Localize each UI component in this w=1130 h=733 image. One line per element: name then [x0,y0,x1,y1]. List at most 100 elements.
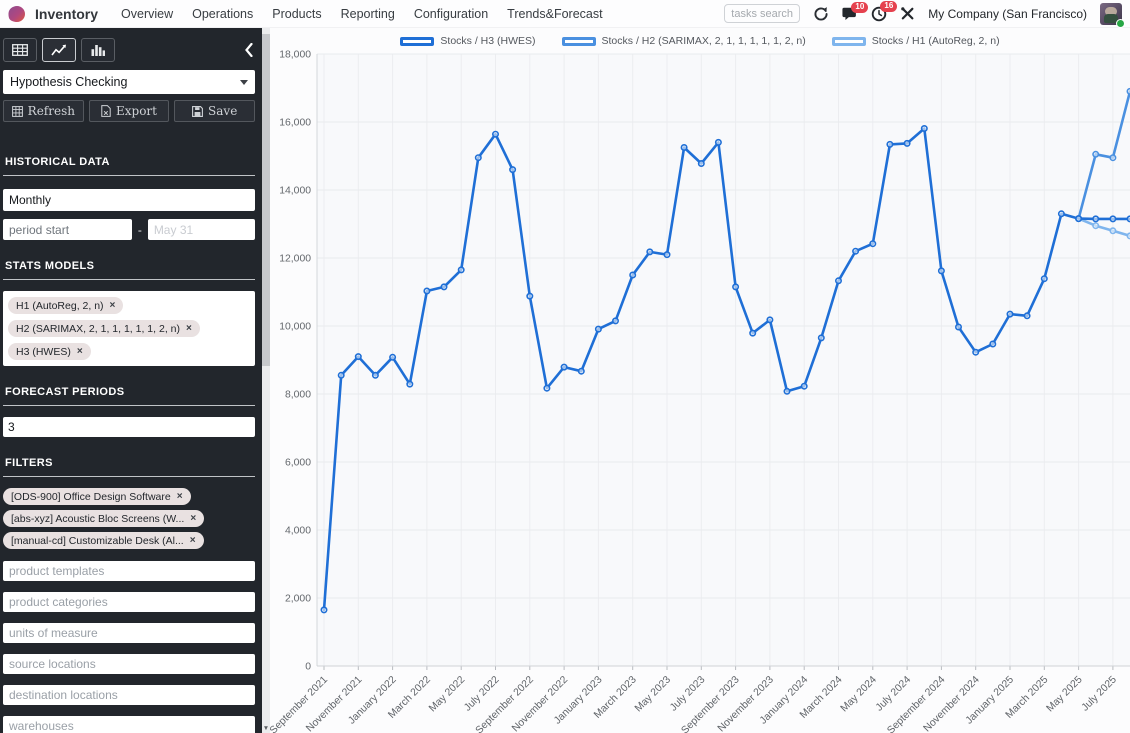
data-point[interactable] [560,363,568,371]
data-point[interactable] [903,139,911,147]
scrollbar-down-arrow[interactable]: ▼ [262,725,270,732]
legend-item-stocks-h2-sarimax-2-1-1-1-1-1-2-n[interactable]: Stocks / H2 (SARIMAX, 2, 1, 1, 1, 1, 1, … [561,35,806,47]
data-point[interactable] [1109,215,1117,223]
remove-tag-icon[interactable]: × [186,323,192,334]
export-button[interactable]: Export [88,100,170,122]
data-point[interactable] [680,144,688,152]
data-point[interactable] [337,371,345,379]
user-avatar[interactable] [1100,2,1125,28]
messages-icon[interactable]: 10 [842,1,869,21]
menu-item-trends-forecast[interactable]: Trends&Forecast [507,7,602,21]
data-point[interactable] [972,348,980,356]
data-point[interactable] [646,248,654,256]
data-point[interactable] [440,283,448,291]
app-logo-icon[interactable] [8,5,26,23]
tools-icon[interactable] [900,6,915,21]
remove-tag-icon[interactable]: × [190,513,196,524]
filter-input-units-of-measure[interactable] [3,623,255,643]
data-point[interactable] [697,160,705,168]
discuss-icon[interactable] [813,6,829,22]
granularity-select[interactable]: Monthly [3,189,255,211]
data-point[interactable] [1092,150,1100,158]
menu-item-overview[interactable]: Overview [121,7,173,21]
menu-item-reporting[interactable]: Reporting [341,7,395,21]
data-point[interactable] [766,316,774,324]
data-point[interactable] [423,287,431,295]
save-button[interactable]: Save [174,100,256,122]
data-point[interactable] [663,251,671,259]
collapse-sidebar-icon[interactable] [245,43,253,57]
data-point[interactable] [1092,222,1100,230]
activities-clock-icon[interactable]: 16 [871,0,898,22]
data-point[interactable] [800,382,808,390]
data-point[interactable] [354,353,362,361]
data-point[interactable] [1092,215,1100,223]
legend-item-stocks-h1-autoreg-2-n[interactable]: Stocks / H1 (AutoReg, 2, n) [831,35,1000,47]
period-start-input[interactable] [3,219,132,240]
data-point[interactable] [509,166,517,174]
remove-tag-icon[interactable]: × [177,491,183,502]
sidebar-scrollbar[interactable]: ▼ [262,28,270,733]
report-type-select[interactable]: Hypothesis Checking [3,70,255,94]
data-point[interactable] [989,340,997,348]
data-point[interactable] [320,606,328,614]
forecast-periods-input[interactable] [3,417,255,437]
data-point[interactable] [869,240,877,248]
filter-input-product-categories[interactable] [3,592,255,612]
data-point[interactable] [1023,312,1031,320]
remove-tag-icon[interactable]: × [190,535,196,546]
refresh-button[interactable]: Refresh [3,100,84,122]
data-point[interactable] [1040,275,1048,283]
tasks-search-input[interactable] [724,4,801,23]
filter-tag-label: [abs-xyz] Acoustic Bloc Screens (W... [11,512,185,525]
data-point[interactable] [629,271,637,279]
company-switcher[interactable]: My Company (San Francisco) [928,7,1087,21]
data-point[interactable] [852,247,860,255]
remove-tag-icon[interactable]: × [77,346,83,357]
filter-input-product-templates[interactable] [3,561,255,581]
data-point[interactable] [594,325,602,333]
remove-tag-icon[interactable]: × [110,300,116,311]
filter-input-destination-locations[interactable] [3,685,255,705]
data-point[interactable] [1057,210,1065,218]
data-point[interactable] [886,140,894,148]
app-name[interactable]: Inventory [35,6,98,22]
data-point[interactable] [457,266,465,274]
data-point[interactable] [474,154,482,162]
menu-item-products[interactable]: Products [272,7,321,21]
stats-models-box[interactable]: H1 (AutoReg, 2, n) × H2 (SARIMAX, 2, 1, 1,… [3,291,255,366]
data-point[interactable] [577,367,585,375]
legend-swatch [561,36,596,46]
data-point[interactable] [492,130,500,138]
data-point[interactable] [920,125,928,133]
data-point[interactable] [611,317,619,325]
data-point[interactable] [1006,310,1014,318]
period-end-input[interactable] [147,219,255,240]
data-point[interactable] [954,323,962,331]
data-point[interactable] [406,380,414,388]
data-point[interactable] [714,138,722,146]
data-point[interactable] [526,292,534,300]
bar-chart-view-button[interactable] [81,38,115,62]
data-point[interactable] [1109,227,1117,235]
table-view-button[interactable] [3,38,37,62]
data-point[interactable] [389,353,397,361]
data-point[interactable] [1109,154,1117,162]
data-point[interactable] [371,371,379,379]
data-point[interactable] [937,267,945,275]
menu-item-configuration[interactable]: Configuration [414,7,488,21]
data-point[interactable] [543,384,551,392]
data-point[interactable] [732,283,740,291]
legend-item-stocks-h3-hwes[interactable]: Stocks / H3 (HWES) [400,35,536,47]
filter-input-warehouses[interactable] [3,716,255,733]
menu-item-operations[interactable]: Operations [192,7,253,21]
data-point[interactable] [1075,215,1083,223]
data-point[interactable] [834,277,842,285]
legend-label: Stocks / H2 (SARIMAX, 2, 1, 1, 1, 1, 1, … [601,35,806,47]
scrollbar-thumb[interactable] [262,34,270,366]
data-point[interactable] [749,329,757,337]
filter-input-source-locations[interactable] [3,654,255,674]
data-point[interactable] [783,387,791,395]
line-chart-view-button[interactable] [42,38,76,62]
data-point[interactable] [817,334,825,342]
